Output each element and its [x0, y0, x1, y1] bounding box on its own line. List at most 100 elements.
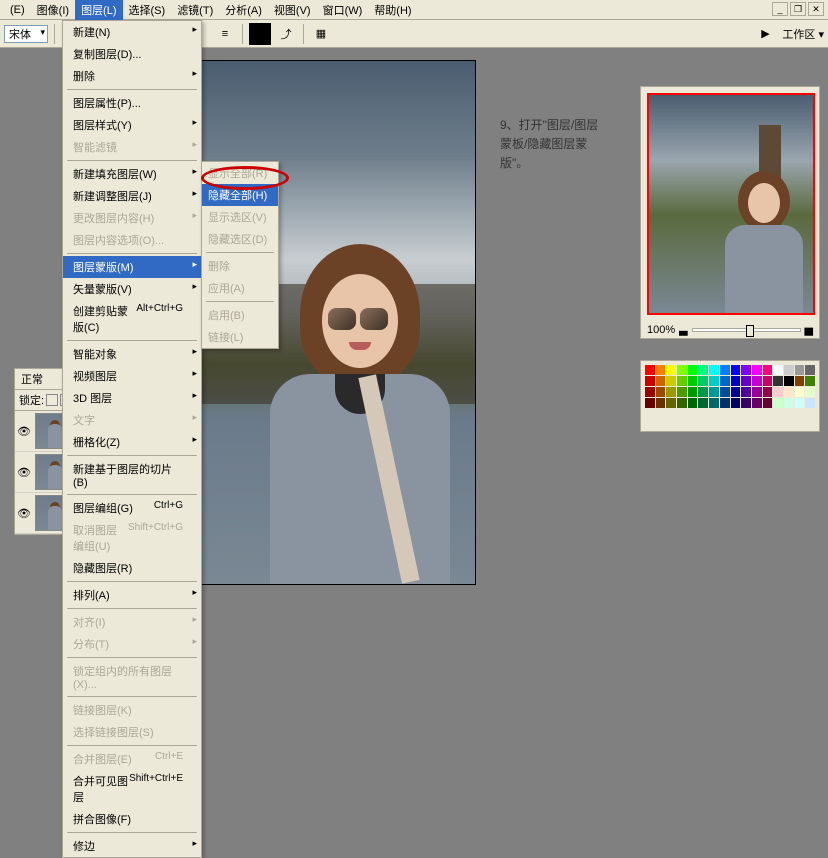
menu-item[interactable]: 图层样式(Y) [63, 114, 201, 136]
visibility-icon[interactable]: 👁 [17, 466, 31, 479]
swatch[interactable] [720, 398, 730, 408]
menu-item[interactable]: 3D 图层 [63, 387, 201, 409]
swatch[interactable] [656, 398, 666, 408]
swatch[interactable] [645, 387, 655, 397]
swatch[interactable] [666, 387, 676, 397]
menu-item[interactable]: 图层编组(G)Ctrl+G [63, 497, 201, 519]
menubar-item[interactable]: 视图(V) [268, 0, 317, 20]
swatch[interactable] [688, 365, 698, 375]
swatch[interactable] [773, 387, 783, 397]
swatch[interactable] [784, 365, 794, 375]
menu-item[interactable]: 复制图层(D)... [63, 43, 201, 65]
swatch[interactable] [805, 398, 815, 408]
font-select[interactable]: 宋体 [4, 25, 48, 43]
visibility-icon[interactable]: 👁 [17, 507, 31, 520]
workspace-label[interactable]: 工作区 ▾ [782, 26, 824, 42]
swatch[interactable] [645, 376, 655, 386]
swatch[interactable] [731, 387, 741, 397]
lock-trans-icon[interactable] [46, 394, 58, 406]
swatch[interactable] [731, 376, 741, 386]
zoom-slider[interactable] [692, 328, 801, 332]
swatch[interactable] [698, 398, 708, 408]
swatch[interactable] [645, 365, 655, 375]
menu-item[interactable]: 栅格化(Z) [63, 431, 201, 453]
visibility-icon[interactable]: 👁 [17, 425, 31, 438]
menu-item[interactable]: 智能对象 [63, 343, 201, 365]
swatch[interactable] [795, 376, 805, 386]
swatch[interactable] [752, 365, 762, 375]
menubar-item[interactable]: 帮助(H) [368, 0, 417, 20]
swatch[interactable] [688, 376, 698, 386]
swatch[interactable] [698, 387, 708, 397]
swatch[interactable] [720, 387, 730, 397]
swatch[interactable] [688, 398, 698, 408]
menu-item[interactable]: 新建(N) [63, 21, 201, 43]
menubar-item[interactable]: (E) [4, 2, 31, 18]
close-icon[interactable]: ✕ [808, 2, 824, 16]
swatch[interactable] [720, 376, 730, 386]
swatch[interactable] [741, 376, 751, 386]
swatch[interactable] [645, 398, 655, 408]
restore-icon[interactable]: ❐ [790, 2, 806, 16]
swatch[interactable] [666, 365, 676, 375]
menu-item[interactable]: 隐藏图层(R) [63, 557, 201, 579]
menu-item[interactable]: 矢量蒙版(V) [63, 278, 201, 300]
swatch[interactable] [784, 387, 794, 397]
menu-item[interactable]: 新建填充图层(W) [63, 163, 201, 185]
submenu-item[interactable]: 隐藏全部(H) [202, 184, 278, 206]
navigator-thumb[interactable] [647, 93, 815, 315]
swatch[interactable] [709, 387, 719, 397]
menu-item[interactable]: 排列(A) [63, 584, 201, 606]
swatch[interactable] [656, 376, 666, 386]
menu-item[interactable]: 图层蒙版(M) [63, 256, 201, 278]
swatch[interactable] [805, 387, 815, 397]
menu-item[interactable]: 修边 [63, 835, 201, 857]
swatch[interactable] [741, 387, 751, 397]
zoom-out-icon[interactable]: ▃ [679, 323, 687, 336]
swatch[interactable] [773, 365, 783, 375]
swatch[interactable] [805, 365, 815, 375]
swatch[interactable] [677, 398, 687, 408]
swatch[interactable] [698, 365, 708, 375]
menubar-item[interactable]: 选择(S) [123, 0, 172, 20]
menubar-item[interactable]: 分析(A) [219, 0, 268, 20]
go-icon[interactable]: ▶ [754, 23, 776, 45]
menu-item[interactable]: 图层属性(P)... [63, 92, 201, 114]
swatch[interactable] [752, 398, 762, 408]
swatch[interactable] [709, 376, 719, 386]
swatch[interactable] [731, 398, 741, 408]
swatch[interactable] [784, 398, 794, 408]
swatch[interactable] [677, 365, 687, 375]
swatch[interactable] [741, 398, 751, 408]
swatch[interactable] [795, 398, 805, 408]
swatch[interactable] [688, 387, 698, 397]
menubar-item[interactable]: 窗口(W) [317, 0, 369, 20]
menubar-item[interactable]: 图层(L) [75, 0, 122, 20]
swatch[interactable] [773, 376, 783, 386]
color-swatch[interactable] [249, 23, 271, 45]
warp-icon[interactable]: ⤴ [275, 23, 297, 45]
menu-item[interactable]: 新建调整图层(J) [63, 185, 201, 207]
zoom-in-icon[interactable]: ▅ [805, 323, 813, 336]
swatch[interactable] [795, 387, 805, 397]
swatch[interactable] [656, 365, 666, 375]
menubar-item[interactable]: 图像(I) [31, 0, 75, 20]
swatch[interactable] [720, 365, 730, 375]
swatch[interactable] [763, 387, 773, 397]
swatch[interactable] [698, 376, 708, 386]
swatch[interactable] [656, 387, 666, 397]
menubar-item[interactable]: 滤镜(T) [171, 0, 219, 20]
swatch[interactable] [731, 365, 741, 375]
swatch[interactable] [752, 387, 762, 397]
swatch[interactable] [784, 376, 794, 386]
swatch[interactable] [677, 376, 687, 386]
menu-item[interactable]: 删除 [63, 65, 201, 87]
swatch[interactable] [741, 365, 751, 375]
align-right-icon[interactable]: ≡ [214, 23, 236, 45]
swatch[interactable] [773, 398, 783, 408]
swatch[interactable] [666, 376, 676, 386]
swatch[interactable] [677, 387, 687, 397]
swatch[interactable] [763, 365, 773, 375]
swatch[interactable] [795, 365, 805, 375]
swatch[interactable] [763, 398, 773, 408]
